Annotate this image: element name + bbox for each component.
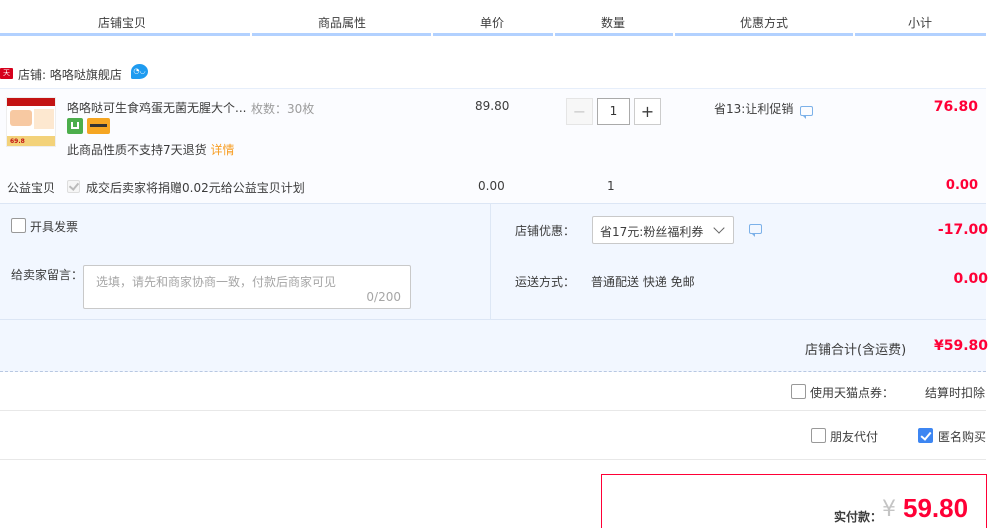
- row-divider: [0, 459, 986, 460]
- header-subtotal: 小计: [908, 16, 933, 30]
- quantity-plus-button[interactable]: +: [634, 98, 661, 125]
- shop-discount-select[interactable]: 省17元:粉丝福利券: [592, 216, 734, 244]
- header-divider: [555, 33, 673, 36]
- wangwang-chat-icon[interactable]: ◔◡: [131, 64, 148, 79]
- options-divider: [490, 203, 491, 320]
- quantity-minus-button[interactable]: −: [566, 98, 593, 125]
- credit-card-icon[interactable]: [87, 118, 110, 134]
- charity-unit-price: 0.00: [478, 179, 505, 193]
- anonymous-label: 匿名购买: [938, 430, 987, 444]
- tmall-points-checkbox[interactable]: [791, 384, 806, 399]
- charity-quantity: 1: [607, 179, 615, 193]
- memo-label: 给卖家留言：: [11, 268, 84, 282]
- promo-text: 省13:让利促销: [714, 102, 794, 116]
- charity-text: 成交后卖家将捐赠0.02元给公益宝贝计划: [86, 181, 305, 195]
- memo-placeholder: 选填，请先和商家协商一致，付款后商家可见: [96, 275, 337, 289]
- chevron-down-icon: [713, 222, 725, 234]
- shop-total-label: 店铺合计(含运费): [805, 343, 907, 358]
- seller-memo-input[interactable]: 选填，请先和商家协商一致，付款后商家可见 0/200: [83, 265, 411, 309]
- header-divider: [855, 33, 986, 36]
- unit-price: 89.80: [475, 99, 510, 113]
- charity-label: 公益宝贝: [7, 181, 56, 195]
- header-attrs: 商品属性: [318, 16, 367, 30]
- charity-subtotal: 0.00: [945, 178, 978, 193]
- header-divider: [433, 33, 553, 36]
- header-unit-price: 单价: [480, 16, 505, 30]
- detail-link[interactable]: 详情: [210, 143, 234, 157]
- no-return-notice: 此商品性质不支持7天退货 详情: [67, 141, 234, 158]
- pay-amount: 59.80: [903, 493, 969, 523]
- item-subtotal: 76.80: [933, 99, 978, 115]
- shipping-label: 运送方式：: [515, 275, 576, 289]
- header-quantity: 数量: [601, 16, 626, 30]
- friend-pay-checkbox[interactable]: [811, 428, 826, 443]
- product-thumbnail[interactable]: 69.8: [6, 97, 56, 147]
- product-title[interactable]: 咯咯哒可生食鸡蛋无菌无腥大个...: [67, 99, 246, 116]
- shipping-price: 0.00: [953, 271, 988, 287]
- shop-total-value: ¥59.80: [933, 338, 988, 354]
- service-guarantee-icon[interactable]: [67, 118, 83, 134]
- invoice-checkbox[interactable]: [11, 218, 26, 233]
- friend-pay-label: 朋友代付: [830, 430, 879, 444]
- header-divider: [0, 33, 250, 36]
- shipping-method: 普通配送 快递 免邮: [591, 275, 695, 289]
- anonymous-checkbox[interactable]: [918, 428, 933, 443]
- charity-checkbox: [67, 180, 80, 193]
- quantity-input[interactable]: 1: [597, 98, 630, 125]
- shop-discount-selected: 省17元:粉丝福利券: [600, 225, 704, 239]
- tmall-points-label: 使用天猫点券：: [810, 386, 895, 400]
- pay-currency: ¥: [882, 497, 896, 522]
- table-header: 店铺宝贝 商品属性 单价 数量 优惠方式 小计: [0, 0, 996, 36]
- invoice-label: 开具发票: [30, 220, 79, 234]
- quantity-stepper: − 1 +: [566, 98, 662, 125]
- shop-discount-label: 店铺优惠：: [515, 224, 576, 238]
- header-shop-item: 店铺宝贝: [98, 16, 147, 30]
- no-return-text: 此商品性质不支持7天退货: [67, 143, 207, 157]
- shop-discount-value: -17.00: [937, 222, 988, 238]
- memo-char-count: 0/200: [366, 290, 401, 304]
- tmall-badge: 天猫: [0, 68, 13, 88]
- header-divider: [252, 33, 431, 36]
- product-sku: 枚数：30枚: [251, 102, 315, 116]
- row-divider: [0, 410, 986, 411]
- promo-message-icon[interactable]: [800, 106, 813, 119]
- discount-message-icon[interactable]: [749, 224, 762, 237]
- header-divider: [675, 33, 853, 36]
- settle-deduct-text: 结算时扣除: [925, 386, 986, 400]
- header-discount: 优惠方式: [740, 16, 789, 30]
- shop-name[interactable]: 店铺: 咯咯哒旗舰店: [18, 66, 122, 83]
- pay-label: 实付款：: [834, 510, 883, 524]
